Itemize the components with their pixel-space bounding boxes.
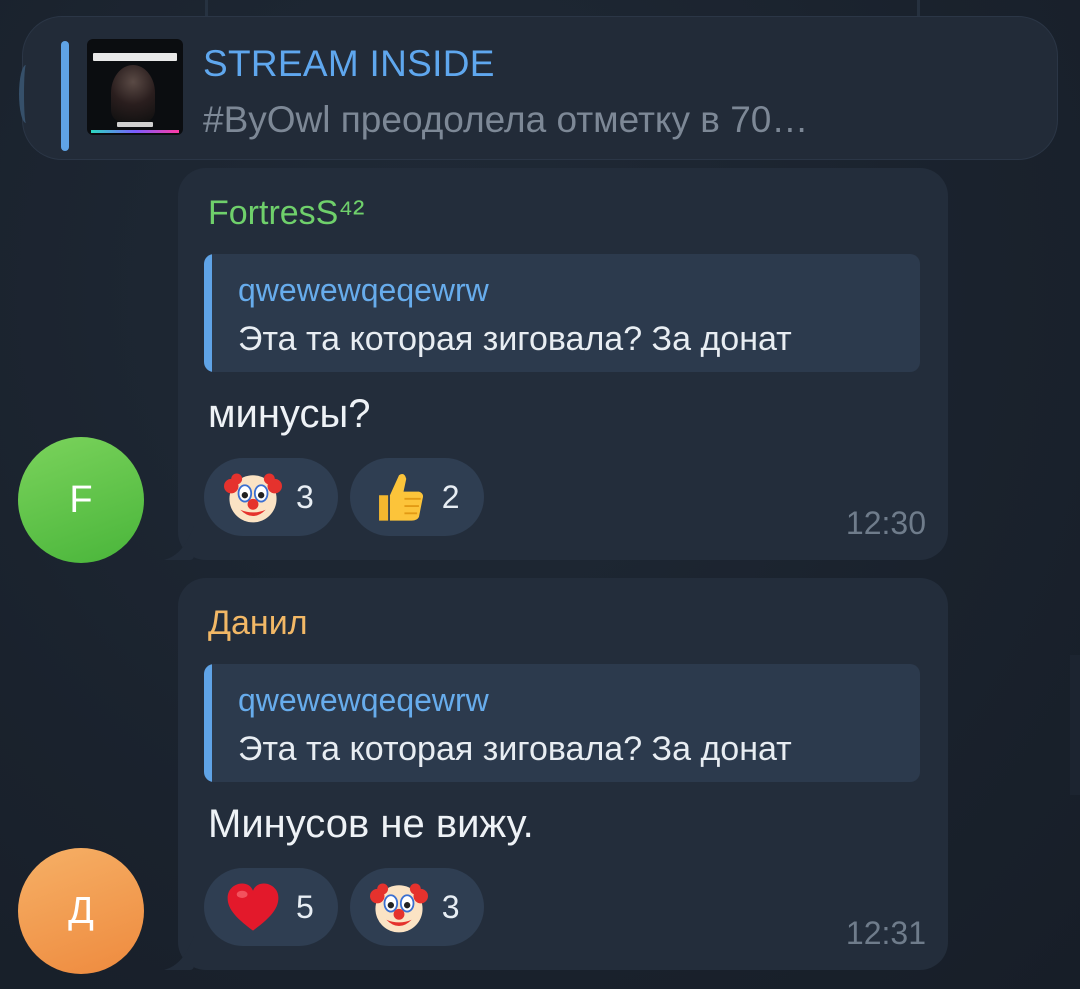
- pinned-thumbnail: [87, 39, 183, 135]
- avatar-letter: F: [69, 478, 93, 521]
- avatar-letter: Д: [68, 889, 94, 932]
- reply-text: Эта та которая зиговала? За донат: [238, 320, 792, 358]
- reaction-thumbs-up[interactable]: 2: [349, 458, 484, 536]
- pinned-accent-bar: [61, 41, 69, 151]
- reply-quote[interactable]: qwewewqeqewrw Эта та которая зиговала? З…: [204, 664, 920, 782]
- banner-edge-decoration: [19, 65, 33, 123]
- reaction-heart[interactable]: 5: [204, 868, 338, 946]
- sender-name[interactable]: FortresS⁴²: [208, 194, 364, 233]
- reply-text: Эта та которая зиговала? За донат: [238, 730, 792, 768]
- avatar[interactable]: F: [18, 437, 144, 563]
- reply-author: qwewewqeqewrw: [238, 682, 489, 718]
- scrollbar[interactable]: [1070, 655, 1080, 795]
- sender-name[interactable]: Данил: [208, 604, 308, 643]
- pinned-preview-text: #ByOwl преодолела отметку в 70…: [203, 99, 809, 140]
- message-text: Минусов не вижу.: [208, 802, 534, 846]
- avatar[interactable]: Д: [18, 848, 144, 974]
- chat-view: STREAM INSIDE #ByOwl преодолела отметку …: [0, 0, 1080, 989]
- message-time: 12:31: [845, 915, 926, 951]
- thumbnail-footer-strip: [117, 122, 153, 127]
- reply-quote[interactable]: qwewewqeqewrw Эта та которая зиговала? З…: [204, 254, 920, 372]
- reaction-count: 5: [296, 888, 314, 925]
- reactions-row: 5 3: [204, 868, 484, 946]
- reaction-clown[interactable]: 3: [204, 458, 338, 536]
- thumbnail-header-strip: [93, 53, 177, 61]
- message-time: 12:30: [845, 505, 926, 541]
- bubble-tail: [164, 936, 194, 970]
- clown-face-icon: [224, 473, 282, 523]
- pinned-title: STREAM INSIDE: [203, 43, 495, 84]
- reply-author: qwewewqeqewrw: [238, 272, 489, 308]
- reply-accent-bar: [204, 254, 212, 372]
- thumbnail-person: [111, 65, 155, 121]
- reply-accent-bar: [204, 664, 212, 782]
- red-heart-icon: [227, 883, 279, 931]
- thumbs-up-icon: [378, 474, 423, 521]
- reaction-count: 3: [296, 478, 314, 515]
- reaction-count: 2: [441, 478, 460, 515]
- message-bubble[interactable]: Данил qwewewqeqewrw Эта та которая зигов…: [178, 578, 948, 970]
- thumbnail-glow-line: [91, 130, 179, 133]
- reactions-row: 3 2: [204, 458, 484, 536]
- clown-face-icon: [369, 883, 428, 933]
- reaction-clown[interactable]: 3: [349, 868, 484, 946]
- message-text: минусы?: [208, 392, 371, 436]
- pinned-message-banner[interactable]: STREAM INSIDE #ByOwl преодолела отметку …: [19, 16, 1058, 160]
- message-bubble[interactable]: FortresS⁴² qwewewqeqewrw Эта та которая …: [178, 168, 948, 560]
- bubble-tail: [164, 526, 194, 560]
- reaction-count: 3: [441, 888, 460, 925]
